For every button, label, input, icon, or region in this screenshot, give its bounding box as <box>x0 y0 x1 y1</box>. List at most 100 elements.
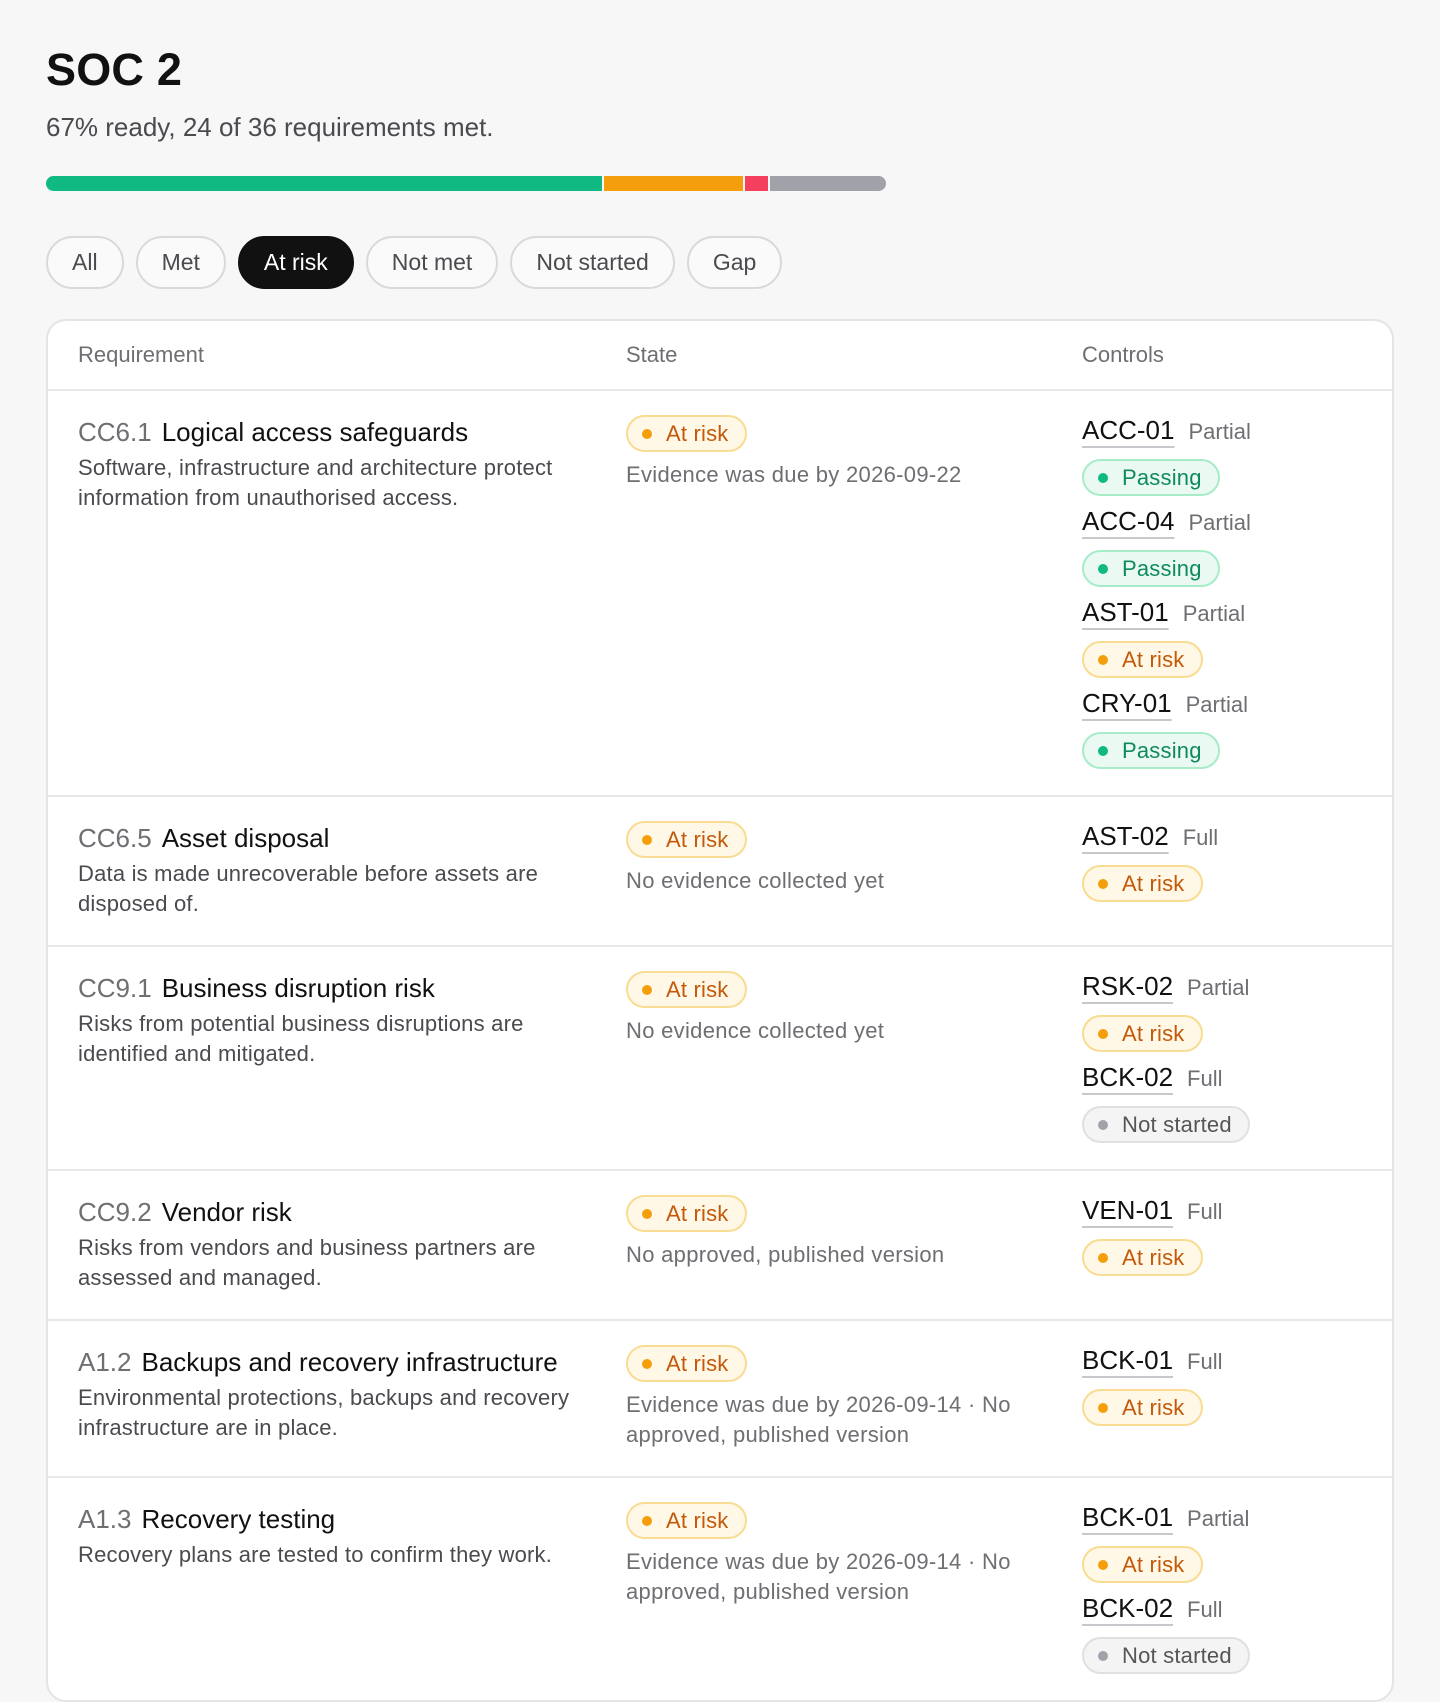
control-id-link[interactable]: ACC-01 <box>1082 415 1174 446</box>
control-item: AST-01 Partial At risk <box>1082 597 1392 678</box>
state-note: No evidence collected yet <box>626 1018 885 1043</box>
status-dot-icon <box>1098 1119 1108 1130</box>
control-coverage: Full <box>1187 1349 1223 1374</box>
filter-gap[interactable]: Gap <box>686 236 783 289</box>
state-note: Evidence was due by 2026-09-14 · No appr… <box>626 1392 1011 1447</box>
filter-not-met[interactable]: Not met <box>365 236 499 289</box>
control-status-label: Not started <box>1122 1111 1232 1137</box>
requirement-cell: CC6.5 Asset disposal Data is made unrecove… <box>48 821 626 919</box>
filter-all[interactable]: All <box>46 236 124 289</box>
control-id-link[interactable]: VEN-01 <box>1082 1195 1173 1226</box>
status-dot-icon <box>642 1515 652 1526</box>
filter-at-risk[interactable]: At risk <box>237 236 354 289</box>
column-header-requirement: Requirement <box>78 342 204 367</box>
control-line: VEN-01 Full <box>1082 1195 1392 1233</box>
requirement-code: CC9.1 <box>78 973 152 1003</box>
control-id-link[interactable]: RSK-02 <box>1082 971 1173 1002</box>
requirement-heading: CC9.1 Business disruption risk <box>78 971 606 1005</box>
state-badge: At risk <box>626 1195 747 1232</box>
progress-segment-met <box>46 176 602 191</box>
control-item: BCK-02 Full Not started <box>1082 1062 1392 1143</box>
control-status-label: Passing <box>1122 464 1202 490</box>
requirement-cell: A1.2 Backups and recovery infrastructure E… <box>48 1345 626 1450</box>
control-line: ACC-04 Partial <box>1082 506 1392 544</box>
control-status-label: At risk <box>1122 1020 1185 1046</box>
control-id-link[interactable]: CRY-01 <box>1082 688 1172 719</box>
requirement-description: Risks from vendors and business partners… <box>78 1235 536 1290</box>
control-id-link[interactable]: BCK-01 <box>1082 1345 1173 1376</box>
control-id-link[interactable]: ACC-04 <box>1082 506 1174 537</box>
requirement-heading: CC9.2 Vendor risk <box>78 1195 606 1229</box>
control-coverage: Partial <box>1188 419 1251 444</box>
page-title: SOC 2 <box>46 44 183 95</box>
state-cell: At risk No evidence collected yet <box>626 821 1082 919</box>
state-badge-label: At risk <box>666 420 729 446</box>
control-status-label: At risk <box>1122 1551 1185 1577</box>
control-id-link[interactable]: AST-02 <box>1082 821 1169 852</box>
control-status-badge: At risk <box>1082 1239 1203 1276</box>
status-dot-icon <box>642 428 652 439</box>
table-row[interactable]: CC6.5 Asset disposal Data is made unrecove… <box>48 797 1392 947</box>
control-coverage: Full <box>1187 1199 1223 1224</box>
control-id-link[interactable]: BCK-02 <box>1082 1593 1173 1624</box>
control-item: BCK-01 Partial At risk <box>1082 1502 1392 1583</box>
control-item: AST-02 Full At risk <box>1082 821 1392 902</box>
control-status-badge: Not started <box>1082 1106 1250 1143</box>
requirement-name: Backups and recovery infrastructure <box>141 1347 558 1377</box>
control-line: ACC-01 Partial <box>1082 415 1392 453</box>
status-filter-bar: All Met At risk Not met Not started Gap <box>46 236 783 289</box>
status-dot-icon <box>642 834 652 845</box>
requirement-heading: CC6.5 Asset disposal <box>78 821 606 855</box>
control-coverage: Partial <box>1182 601 1246 626</box>
control-status-badge: At risk <box>1082 1389 1203 1426</box>
control-status-badge: At risk <box>1082 865 1203 902</box>
state-badge-label: At risk <box>666 1350 729 1376</box>
requirement-cell: A1.3 Recovery testing Recovery plans are t… <box>48 1502 626 1674</box>
column-header-state: State <box>626 342 678 367</box>
control-line: BCK-02 Full <box>1082 1593 1392 1631</box>
filter-not-started[interactable]: Not started <box>510 236 675 289</box>
control-item: ACC-01 Partial Passing <box>1082 415 1392 496</box>
state-badge: At risk <box>626 415 747 452</box>
state-note: No approved, published version <box>626 1242 945 1267</box>
control-id-link[interactable]: BCK-02 <box>1082 1062 1173 1093</box>
table-row[interactable]: A1.2 Backups and recovery infrastructure E… <box>48 1321 1392 1478</box>
control-line: BCK-01 Full <box>1082 1345 1392 1383</box>
control-status-label: At risk <box>1122 646 1185 672</box>
controls-cell: AST-02 Full At risk <box>1082 821 1392 919</box>
control-coverage: Full <box>1182 825 1219 850</box>
control-status-badge: Passing <box>1082 732 1220 769</box>
control-coverage: Partial <box>1185 692 1248 717</box>
control-item: VEN-01 Full At risk <box>1082 1195 1392 1276</box>
requirement-description: Software, infrastructure and architectur… <box>78 455 553 510</box>
requirement-code: A1.3 <box>78 1504 132 1534</box>
progress-segment-not-met <box>745 176 769 191</box>
table-body: CC6.1 Logical access safeguards Software, … <box>48 391 1392 1700</box>
state-cell: At risk Evidence was due by 2026-09-22 <box>626 415 1082 769</box>
table-row[interactable]: A1.3 Recovery testing Recovery plans are t… <box>48 1478 1392 1700</box>
requirement-description: Recovery plans are tested to confirm the… <box>78 1542 553 1567</box>
state-badge-label: At risk <box>666 1200 729 1226</box>
table-row[interactable]: CC9.2 Vendor risk Risks from vendors and b… <box>48 1171 1392 1321</box>
controls-cell: VEN-01 Full At risk <box>1082 1195 1392 1293</box>
control-line: AST-02 Full <box>1082 821 1392 859</box>
filter-met[interactable]: Met <box>135 236 226 289</box>
requirement-cell: CC6.1 Logical access safeguards Software, … <box>48 415 626 769</box>
control-status-badge: Passing <box>1082 550 1220 587</box>
readiness-progress-bar <box>46 176 886 191</box>
status-dot-icon <box>1098 1650 1108 1661</box>
controls-cell: BCK-01 Partial At risk BCK-02 Full Not starte… <box>1082 1502 1392 1674</box>
readiness-summary: 67% ready, 24 of 36 requirements met. <box>46 112 494 142</box>
progress-segment-at-risk <box>604 176 743 191</box>
control-status-label: Not started <box>1122 1642 1232 1668</box>
table-row[interactable]: CC9.1 Business disruption risk Risks from … <box>48 947 1392 1171</box>
control-id-link[interactable]: AST-01 <box>1082 597 1169 628</box>
progress-segment-not-started <box>770 176 886 191</box>
table-row[interactable]: CC6.1 Logical access safeguards Software, … <box>48 391 1392 797</box>
control-coverage: Partial <box>1188 510 1251 535</box>
state-note: No evidence collected yet <box>626 868 885 893</box>
control-id-link[interactable]: BCK-01 <box>1082 1502 1173 1533</box>
status-dot-icon <box>642 1208 652 1219</box>
control-item: RSK-02 Partial At risk <box>1082 971 1392 1052</box>
state-cell: At risk Evidence was due by 2026-09-14 · … <box>626 1345 1082 1450</box>
